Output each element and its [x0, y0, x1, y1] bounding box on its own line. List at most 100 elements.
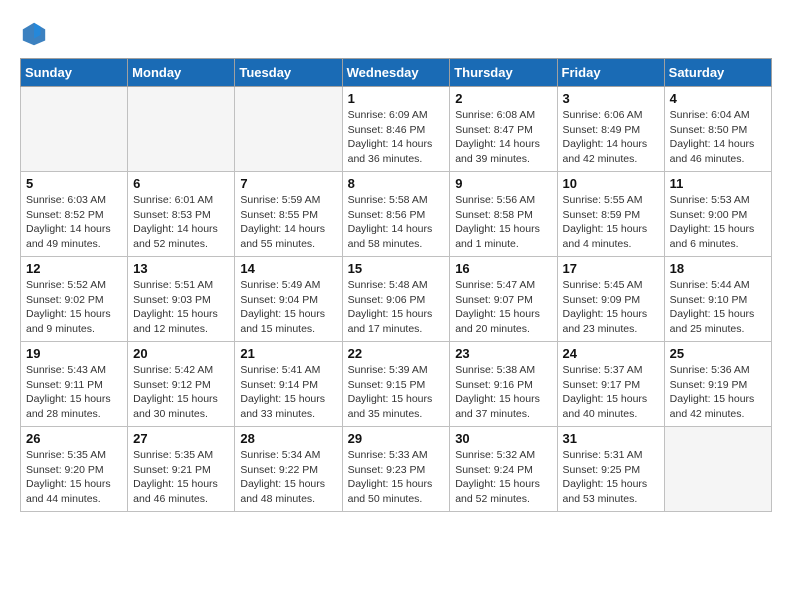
day-info: Sunrise: 5:38 AM Sunset: 9:16 PM Dayligh… — [455, 363, 551, 422]
calendar-day-cell: 21 Sunrise: 5:41 AM Sunset: 9:14 PM Dayli… — [235, 342, 342, 427]
calendar-day-cell: 31 Sunrise: 5:31 AM Sunset: 9:25 PM Dayli… — [557, 427, 664, 512]
day-info: Sunrise: 5:39 AM Sunset: 9:15 PM Dayligh… — [348, 363, 445, 422]
calendar-day-cell: 27Sunrise: 5:35 AM Sunset: 9:21 PM Dayli… — [128, 427, 235, 512]
day-info: Sunrise: 6:03 AM Sunset: 8:52 PM Dayligh… — [26, 193, 122, 252]
day-number: 23 — [455, 346, 551, 361]
day-info: Sunrise: 5:47 AM Sunset: 9:07 PM Dayligh… — [455, 278, 551, 337]
calendar-table: SundayMondayTuesdayWednesdayThursdayFrid… — [20, 58, 772, 512]
logo-icon — [20, 20, 48, 48]
day-number: 30 — [455, 431, 551, 446]
day-number: 17 — [563, 261, 659, 276]
calendar-day-cell: 15 Sunrise: 5:48 AM Sunset: 9:06 PM Dayli… — [342, 257, 450, 342]
day-info: Sunrise: 5:42 AM Sunset: 9:12 PM Dayligh… — [133, 363, 229, 422]
day-number: 16 — [455, 261, 551, 276]
day-info: Sunrise: 5:59 AM Sunset: 8:55 PM Dayligh… — [240, 193, 336, 252]
day-info: Sunrise: 5:52 AM Sunset: 9:02 PM Dayligh… — [26, 278, 122, 337]
day-info: Sunrise: 6:06 AM Sunset: 8:49 PM Dayligh… — [563, 108, 659, 167]
weekday-header: Sunday — [21, 59, 128, 87]
calendar-day-cell: 12 Sunrise: 5:52 AM Sunset: 9:02 PM Dayli… — [21, 257, 128, 342]
calendar-day-cell: 20 Sunrise: 5:42 AM Sunset: 9:12 PM Dayli… — [128, 342, 235, 427]
day-number: 11 — [670, 176, 766, 191]
calendar-day-cell: 6Sunrise: 6:01 AM Sunset: 8:53 PM Daylig… — [128, 172, 235, 257]
calendar-day-cell: 1 Sunrise: 6:09 AM Sunset: 8:46 PM Daylig… — [342, 87, 450, 172]
calendar-day-cell: 23 Sunrise: 5:38 AM Sunset: 9:16 PM Dayli… — [450, 342, 557, 427]
day-info: Sunrise: 5:36 AM Sunset: 9:19 PM Dayligh… — [670, 363, 766, 422]
day-number: 10 — [563, 176, 659, 191]
calendar-day-cell: 5 Sunrise: 6:03 AM Sunset: 8:52 PM Daylig… — [21, 172, 128, 257]
calendar-day-cell: 7Sunrise: 5:59 AM Sunset: 8:55 PM Daylig… — [235, 172, 342, 257]
calendar-day-cell: 11 Sunrise: 5:53 AM Sunset: 9:00 PM Dayli… — [664, 172, 771, 257]
calendar-day-cell: 22 Sunrise: 5:39 AM Sunset: 9:15 PM Dayli… — [342, 342, 450, 427]
day-info: Sunrise: 5:51 AM Sunset: 9:03 PM Dayligh… — [133, 278, 229, 337]
calendar-day-cell: 19Sunrise: 5:43 AM Sunset: 9:11 PM Dayli… — [21, 342, 128, 427]
calendar-day-cell — [128, 87, 235, 172]
weekday-header: Monday — [128, 59, 235, 87]
calendar-day-cell: 4Sunrise: 6:04 AM Sunset: 8:50 PM Daylig… — [664, 87, 771, 172]
day-number: 27 — [133, 431, 229, 446]
calendar-day-cell: 26 Sunrise: 5:35 AM Sunset: 9:20 PM Dayli… — [21, 427, 128, 512]
day-number: 8 — [348, 176, 445, 191]
day-info: Sunrise: 6:09 AM Sunset: 8:46 PM Dayligh… — [348, 108, 445, 167]
day-number: 5 — [26, 176, 122, 191]
calendar-week-row: 19Sunrise: 5:43 AM Sunset: 9:11 PM Dayli… — [21, 342, 772, 427]
calendar-day-cell: 28Sunrise: 5:34 AM Sunset: 9:22 PM Dayli… — [235, 427, 342, 512]
day-info: Sunrise: 5:48 AM Sunset: 9:06 PM Dayligh… — [348, 278, 445, 337]
day-info: Sunrise: 5:53 AM Sunset: 9:00 PM Dayligh… — [670, 193, 766, 252]
day-info: Sunrise: 5:32 AM Sunset: 9:24 PM Dayligh… — [455, 448, 551, 507]
calendar-day-cell: 3 Sunrise: 6:06 AM Sunset: 8:49 PM Daylig… — [557, 87, 664, 172]
calendar-day-cell — [21, 87, 128, 172]
day-info: Sunrise: 6:01 AM Sunset: 8:53 PM Dayligh… — [133, 193, 229, 252]
logo — [20, 20, 52, 48]
day-number: 3 — [563, 91, 659, 106]
calendar-day-cell: 29 Sunrise: 5:33 AM Sunset: 9:23 PM Dayli… — [342, 427, 450, 512]
day-info: Sunrise: 5:37 AM Sunset: 9:17 PM Dayligh… — [563, 363, 659, 422]
page-header — [20, 20, 772, 48]
day-number: 13 — [133, 261, 229, 276]
calendar-day-cell: 13 Sunrise: 5:51 AM Sunset: 9:03 PM Dayli… — [128, 257, 235, 342]
calendar-day-cell: 9 Sunrise: 5:56 AM Sunset: 8:58 PM Daylig… — [450, 172, 557, 257]
calendar-day-cell — [235, 87, 342, 172]
day-number: 25 — [670, 346, 766, 361]
day-info: Sunrise: 6:08 AM Sunset: 8:47 PM Dayligh… — [455, 108, 551, 167]
day-number: 14 — [240, 261, 336, 276]
weekday-header: Tuesday — [235, 59, 342, 87]
day-info: Sunrise: 5:34 AM Sunset: 9:22 PM Dayligh… — [240, 448, 336, 507]
day-info: Sunrise: 5:33 AM Sunset: 9:23 PM Dayligh… — [348, 448, 445, 507]
day-number: 18 — [670, 261, 766, 276]
weekday-header: Saturday — [664, 59, 771, 87]
day-info: Sunrise: 5:41 AM Sunset: 9:14 PM Dayligh… — [240, 363, 336, 422]
day-number: 21 — [240, 346, 336, 361]
day-number: 15 — [348, 261, 445, 276]
calendar-day-cell: 30 Sunrise: 5:32 AM Sunset: 9:24 PM Dayli… — [450, 427, 557, 512]
weekday-header: Friday — [557, 59, 664, 87]
day-info: Sunrise: 5:56 AM Sunset: 8:58 PM Dayligh… — [455, 193, 551, 252]
calendar-week-row: 26 Sunrise: 5:35 AM Sunset: 9:20 PM Dayli… — [21, 427, 772, 512]
day-number: 12 — [26, 261, 122, 276]
day-info: Sunrise: 5:55 AM Sunset: 8:59 PM Dayligh… — [563, 193, 659, 252]
day-number: 19 — [26, 346, 122, 361]
day-info: Sunrise: 5:31 AM Sunset: 9:25 PM Dayligh… — [563, 448, 659, 507]
weekday-header: Thursday — [450, 59, 557, 87]
calendar-day-cell: 16 Sunrise: 5:47 AM Sunset: 9:07 PM Dayli… — [450, 257, 557, 342]
calendar-day-cell: 2Sunrise: 6:08 AM Sunset: 8:47 PM Daylig… — [450, 87, 557, 172]
weekday-header: Wednesday — [342, 59, 450, 87]
day-info: Sunrise: 5:35 AM Sunset: 9:20 PM Dayligh… — [26, 448, 122, 507]
day-number: 9 — [455, 176, 551, 191]
calendar-day-cell — [664, 427, 771, 512]
calendar-day-cell: 14Sunrise: 5:49 AM Sunset: 9:04 PM Dayli… — [235, 257, 342, 342]
day-number: 1 — [348, 91, 445, 106]
day-info: Sunrise: 6:04 AM Sunset: 8:50 PM Dayligh… — [670, 108, 766, 167]
calendar-day-cell: 18 Sunrise: 5:44 AM Sunset: 9:10 PM Dayli… — [664, 257, 771, 342]
day-number: 20 — [133, 346, 229, 361]
calendar-day-cell: 17Sunrise: 5:45 AM Sunset: 9:09 PM Dayli… — [557, 257, 664, 342]
calendar-day-cell: 8 Sunrise: 5:58 AM Sunset: 8:56 PM Daylig… — [342, 172, 450, 257]
day-number: 29 — [348, 431, 445, 446]
day-number: 24 — [563, 346, 659, 361]
calendar-day-cell: 24 Sunrise: 5:37 AM Sunset: 9:17 PM Dayli… — [557, 342, 664, 427]
day-info: Sunrise: 5:44 AM Sunset: 9:10 PM Dayligh… — [670, 278, 766, 337]
day-number: 31 — [563, 431, 659, 446]
day-number: 22 — [348, 346, 445, 361]
calendar-day-cell: 25 Sunrise: 5:36 AM Sunset: 9:19 PM Dayli… — [664, 342, 771, 427]
day-info: Sunrise: 5:58 AM Sunset: 8:56 PM Dayligh… — [348, 193, 445, 252]
day-number: 26 — [26, 431, 122, 446]
